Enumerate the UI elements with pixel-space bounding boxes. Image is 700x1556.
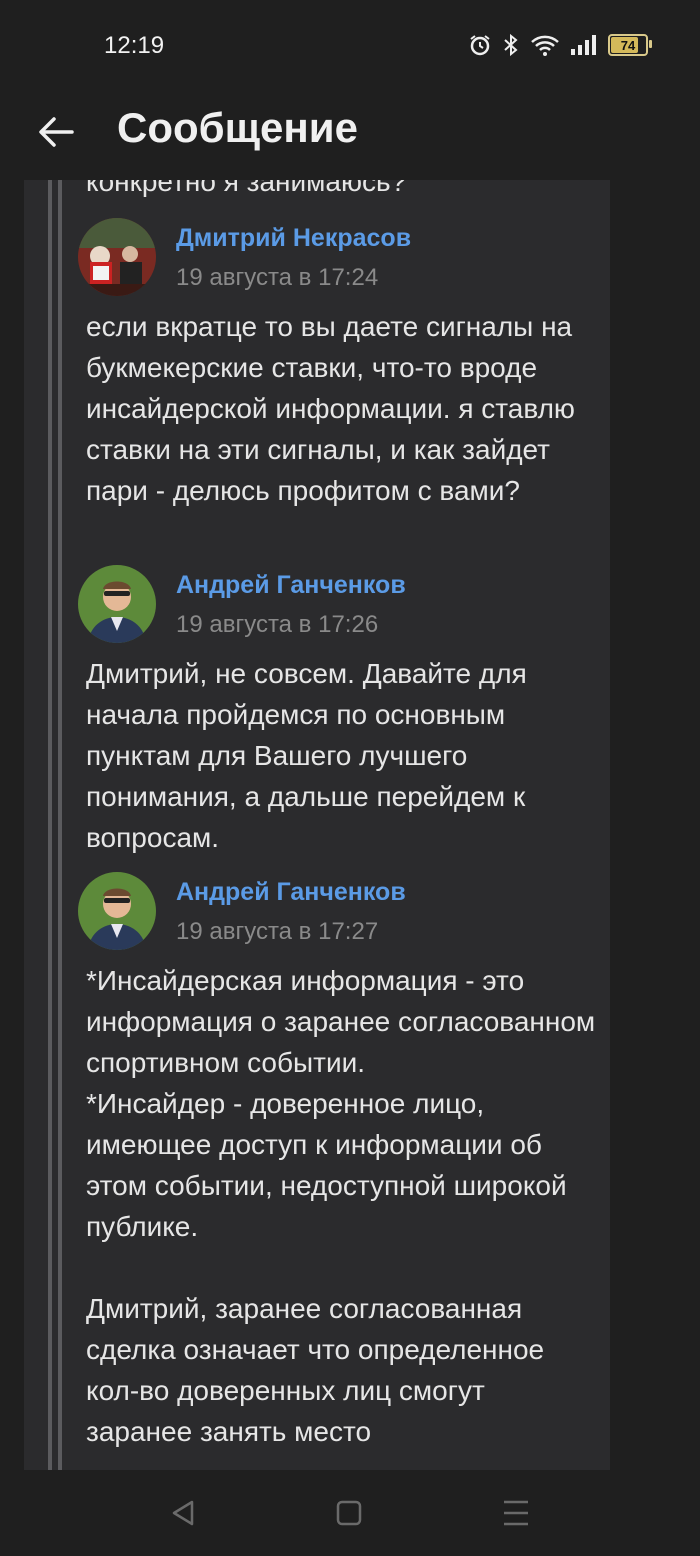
battery-indicator: 74	[608, 34, 652, 56]
message-author[interactable]: Дмитрий Некрасов	[176, 224, 411, 253]
quote-line	[48, 180, 52, 1470]
message-author[interactable]: Андрей Ганченков	[176, 878, 406, 907]
quote-line	[58, 180, 62, 1470]
triangle-back-icon[interactable]	[166, 1496, 200, 1530]
app-header: Сообщение	[0, 92, 700, 180]
message-text-partial: конкретно я занимаюсь?	[86, 180, 407, 197]
wifi-icon	[531, 35, 559, 56]
message-text: если вкратце то вы даете сигналы на букм…	[86, 311, 583, 506]
status-time: 12:19	[104, 32, 165, 59]
avatar[interactable]	[78, 565, 156, 643]
status-icons: 74	[468, 33, 652, 57]
status-bar: 12:19 74	[0, 0, 700, 92]
avatar[interactable]	[78, 218, 156, 296]
bluetooth-icon	[504, 33, 518, 57]
message-thread[interactable]: конкретно я занимаюсь? Дмитрий Некрасов …	[24, 180, 610, 1470]
avatar[interactable]	[78, 872, 156, 950]
system-nav-bar	[0, 1470, 700, 1556]
battery-level: 74	[620, 37, 636, 53]
message-text: Дмитрий, не совсем. Давайте для начала п…	[86, 658, 535, 853]
arrow-left-icon[interactable]	[34, 110, 78, 154]
message-author[interactable]: Андрей Ганченков	[176, 571, 406, 600]
square-home-icon[interactable]	[332, 1496, 366, 1530]
menu-lines-icon[interactable]	[499, 1496, 533, 1530]
message-date: 19 августа в 17:26	[176, 611, 379, 638]
alarm-icon	[470, 35, 490, 56]
message-date: 19 августа в 17:27	[176, 918, 379, 945]
signal-icon	[571, 35, 596, 55]
message-text: *Инсайдерская информация - это информаци…	[86, 965, 596, 1447]
message-date: 19 августа в 17:24	[176, 264, 379, 291]
page-title: Сообщение	[117, 104, 358, 151]
